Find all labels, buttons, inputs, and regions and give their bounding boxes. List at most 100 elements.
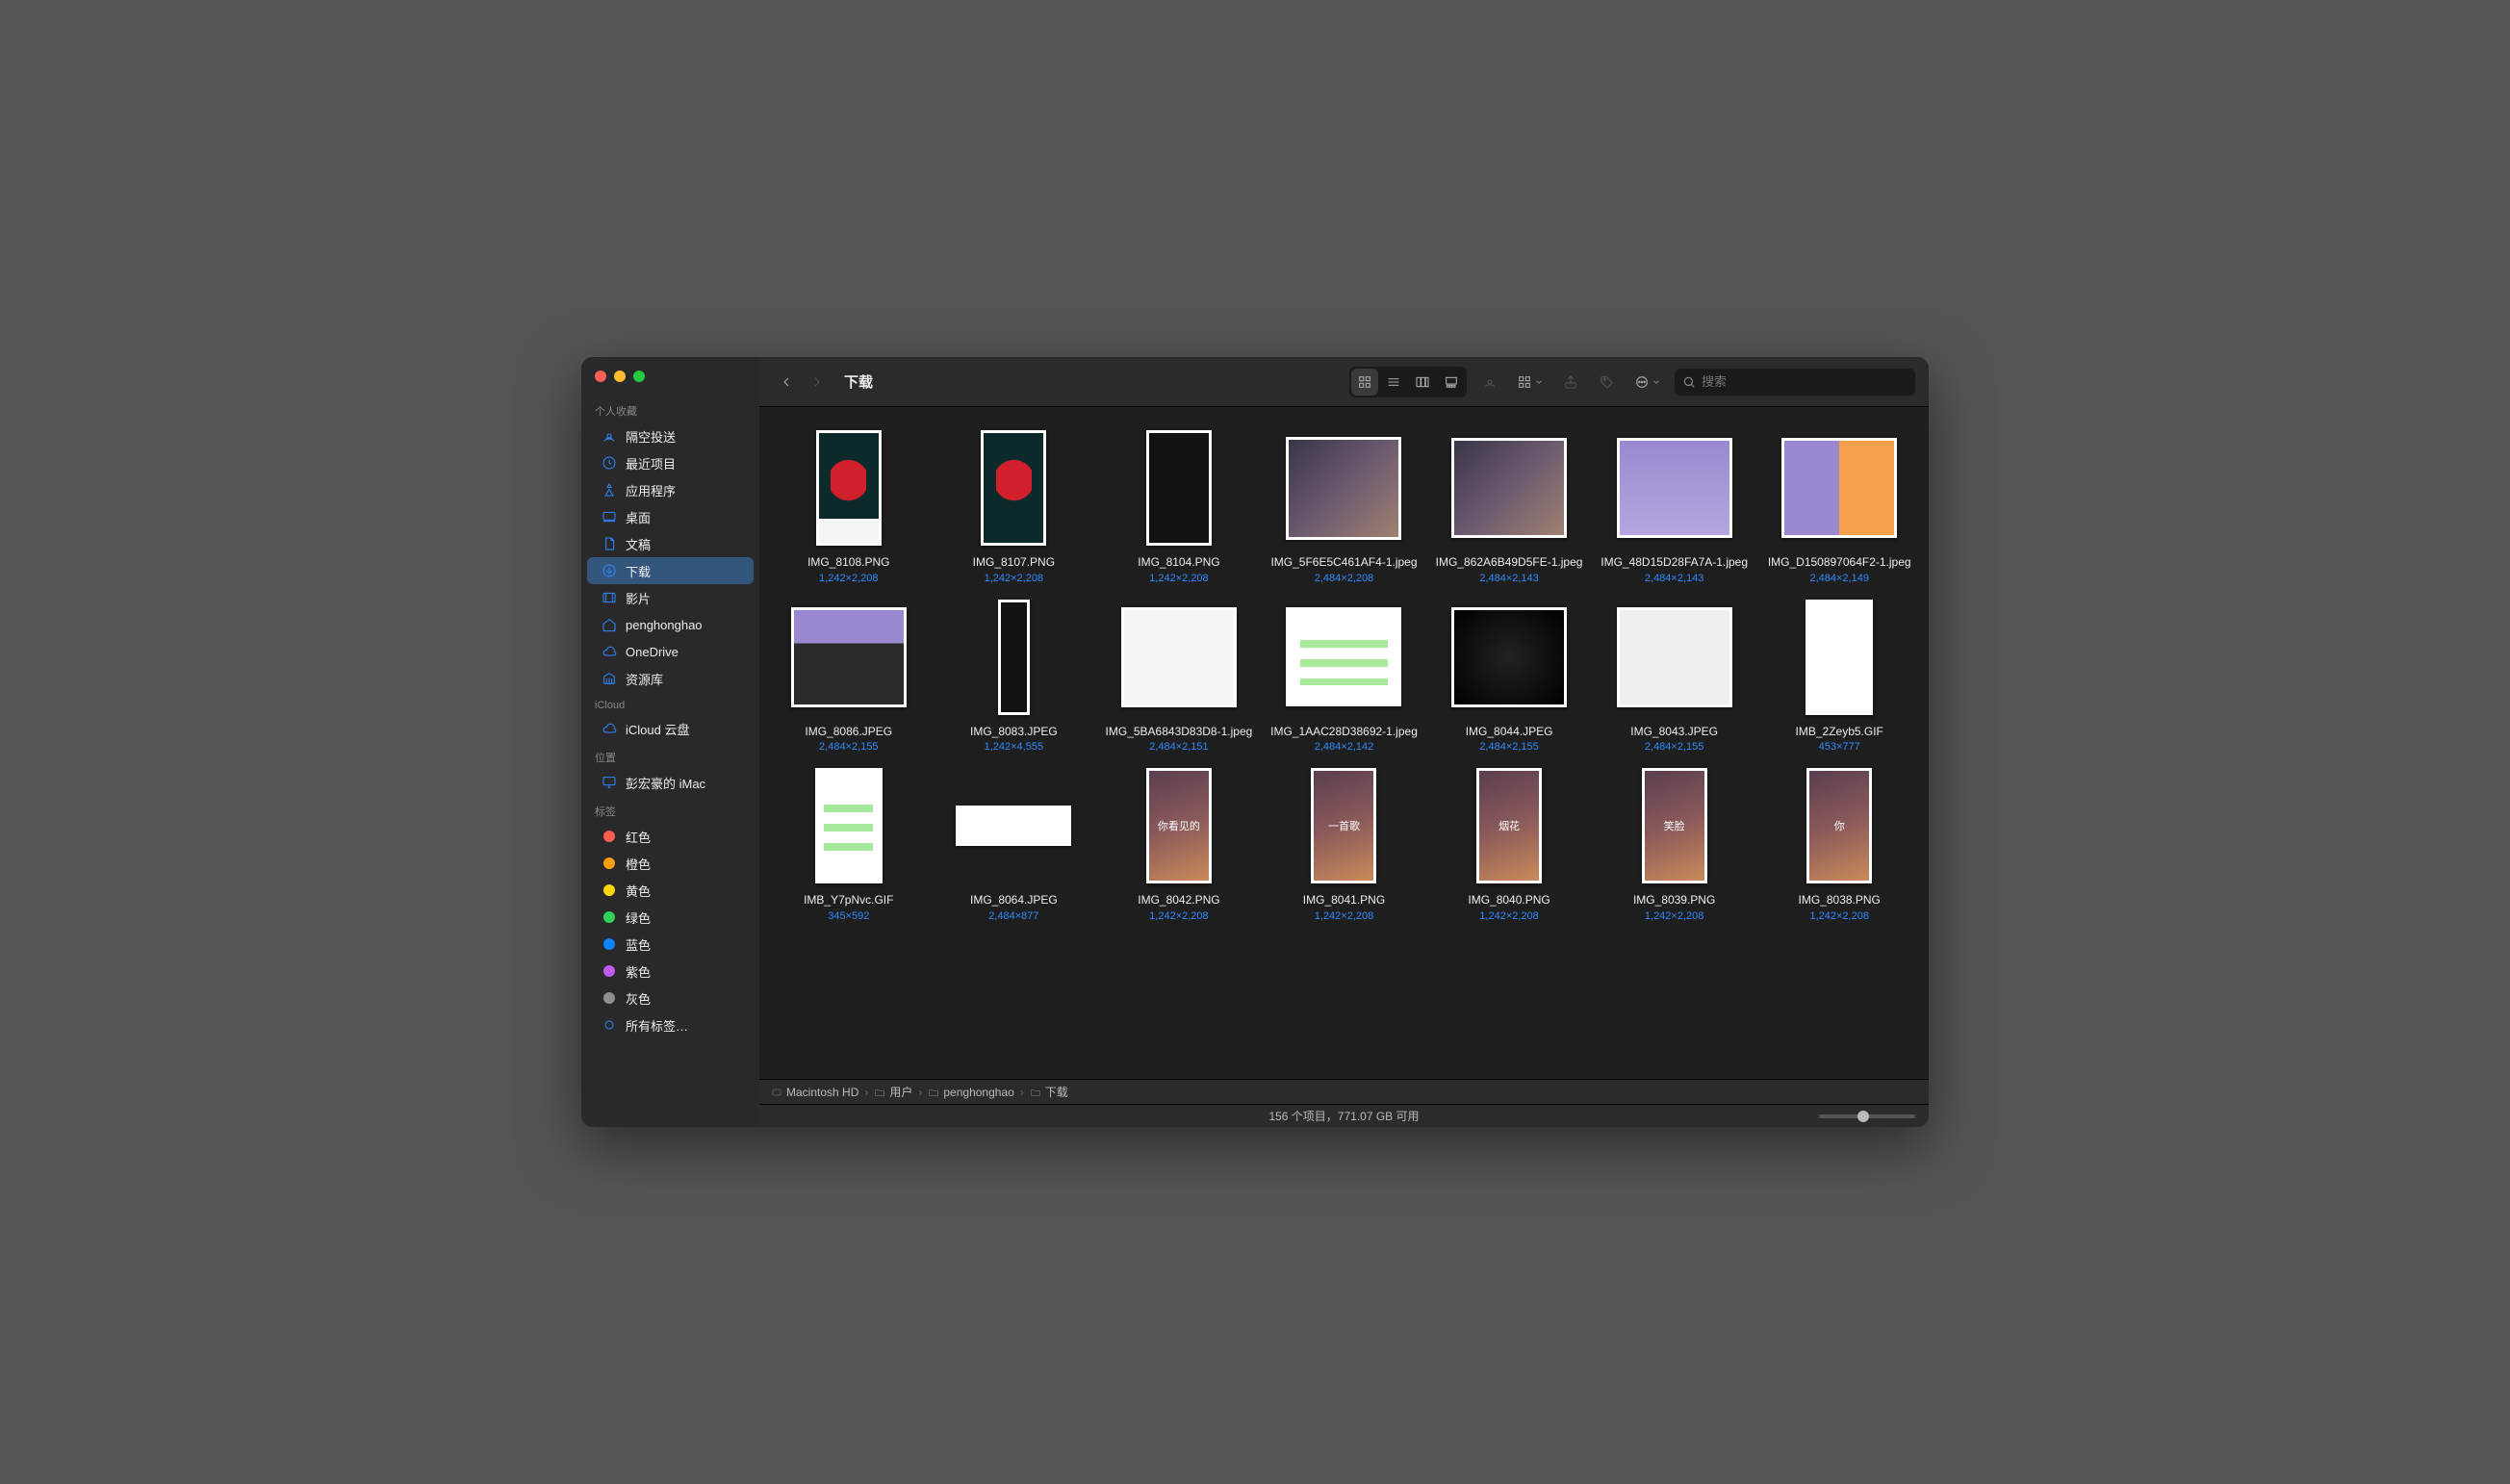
sidebar-item-资源库[interactable]: 资源库 xyxy=(587,665,754,692)
sidebar-item-label: 应用程序 xyxy=(626,481,676,499)
view-switch xyxy=(1349,367,1467,397)
file-item[interactable]: 笑脸IMG_8039.PNG1,242×2,208 xyxy=(1595,764,1754,922)
content-area[interactable]: IMG_8108.PNG1,242×2,208IMG_8107.PNG1,242… xyxy=(759,407,1929,1079)
sidebar-item-下载[interactable]: 下载 xyxy=(587,557,754,584)
tag-button[interactable] xyxy=(1594,369,1621,396)
file-thumbnail xyxy=(1282,596,1405,719)
sidebar-item-文稿[interactable]: 文稿 xyxy=(587,530,754,557)
sidebar-section-label: iCloud xyxy=(581,692,759,715)
file-item[interactable]: IMG_8086.JPEG2,484×2,155 xyxy=(769,596,929,754)
file-item[interactable]: IMB_Y7pNvc.GIF345×592 xyxy=(769,764,929,922)
sidebar-item-最近项目[interactable]: 最近项目 xyxy=(587,449,754,476)
sidebar-item-所有标签…[interactable]: 所有标签… xyxy=(587,1011,754,1038)
sidebar-item-label: iCloud 云盘 xyxy=(626,720,689,738)
file-item[interactable]: 你IMG_8038.PNG1,242×2,208 xyxy=(1759,764,1919,922)
file-item[interactable]: 烟花IMG_8040.PNG1,242×2,208 xyxy=(1429,764,1589,922)
sidebar-item-label: 灰色 xyxy=(626,989,651,1008)
finder-window: 个人收藏隔空投送最近项目应用程序桌面文稿下载影片penghonghaoOneDr… xyxy=(581,357,1929,1127)
file-item[interactable]: IMG_8044.JPEG2,484×2,155 xyxy=(1429,596,1589,754)
view-columns-button[interactable] xyxy=(1409,369,1436,396)
group-menu-button[interactable] xyxy=(1513,369,1548,396)
file-item[interactable]: IMG_8043.JPEG2,484×2,155 xyxy=(1595,596,1754,754)
view-list-button[interactable] xyxy=(1380,369,1407,396)
breadcrumb[interactable]: 下载 xyxy=(1030,1084,1068,1100)
sidebar-item-橙色[interactable]: 橙色 xyxy=(587,850,754,877)
file-item[interactable]: IMG_D150897064F2-1.jpeg2,484×2,149 xyxy=(1759,426,1919,584)
file-name: IMG_8086.JPEG xyxy=(805,725,892,740)
nav-forward-button[interactable] xyxy=(804,369,831,396)
sidebar-item-绿色[interactable]: 绿色 xyxy=(587,904,754,931)
clock-icon xyxy=(601,454,618,472)
file-name: IMG_5F6E5C461AF4-1.jpeg xyxy=(1270,555,1417,571)
tag-icon xyxy=(601,935,618,953)
sidebar-item-灰色[interactable]: 灰色 xyxy=(587,985,754,1011)
search-input[interactable] xyxy=(1702,374,1908,389)
window-title: 下载 xyxy=(844,371,873,392)
sidebar-item-影片[interactable]: 影片 xyxy=(587,584,754,611)
file-thumbnail xyxy=(952,764,1075,887)
nav-back-button[interactable] xyxy=(773,369,800,396)
action-menu-button[interactable] xyxy=(1630,369,1665,396)
breadcrumb[interactable]: penghonghao xyxy=(928,1086,1013,1099)
cloud-icon xyxy=(601,720,618,737)
tag-icon xyxy=(601,989,618,1007)
minimize-button[interactable] xyxy=(614,371,626,382)
airdrop-icon xyxy=(601,427,618,445)
sidebar-item-彭宏豪的 imac[interactable]: 彭宏豪的 iMac xyxy=(587,769,754,796)
zoom-slider[interactable] xyxy=(1819,1114,1915,1118)
sidebar-item-label: 橙色 xyxy=(626,855,651,873)
close-button[interactable] xyxy=(595,371,606,382)
file-item[interactable]: IMB_2Zeyb5.GIF453×777 xyxy=(1759,596,1919,754)
file-thumbnail xyxy=(1117,596,1241,719)
sidebar-item-label: penghonghao xyxy=(626,618,703,632)
file-name: IMG_8042.PNG xyxy=(1138,893,1219,908)
file-item[interactable]: 一首歌IMG_8041.PNG1,242×2,208 xyxy=(1265,764,1424,922)
file-item[interactable]: IMG_862A6B49D5FE-1.jpeg2,484×2,143 xyxy=(1429,426,1589,584)
sidebar-item-onedrive[interactable]: OneDrive xyxy=(587,638,754,665)
file-item[interactable]: IMG_8107.PNG1,242×2,208 xyxy=(935,426,1094,584)
file-item[interactable]: IMG_1AAC28D38692-1.jpeg2,484×2,142 xyxy=(1265,596,1424,754)
sidebar-item-应用程序[interactable]: 应用程序 xyxy=(587,476,754,503)
cloud-icon xyxy=(601,643,618,660)
sidebar-item-icloud 云盘[interactable]: iCloud 云盘 xyxy=(587,715,754,742)
breadcrumb[interactable]: 用户 xyxy=(874,1084,912,1100)
airdrop-toolbar-icon[interactable] xyxy=(1476,369,1503,396)
breadcrumb-separator: › xyxy=(918,1086,922,1099)
file-item[interactable]: IMG_5F6E5C461AF4-1.jpeg2,484×2,208 xyxy=(1265,426,1424,584)
file-thumbnail xyxy=(1447,426,1571,550)
file-item[interactable]: IMG_5BA6843D83D8-1.jpeg2,484×2,151 xyxy=(1099,596,1259,754)
home-icon xyxy=(601,616,618,633)
sidebar-item-桌面[interactable]: 桌面 xyxy=(587,503,754,530)
file-name: IMB_2Zeyb5.GIF xyxy=(1796,725,1883,740)
file-item[interactable]: IMG_8104.PNG1,242×2,208 xyxy=(1099,426,1259,584)
sidebar-item-黄色[interactable]: 黄色 xyxy=(587,877,754,904)
search-icon xyxy=(1682,375,1696,389)
file-name: IMB_Y7pNvc.GIF xyxy=(804,893,893,908)
view-icons-button[interactable] xyxy=(1351,369,1378,396)
sidebar-item-紫色[interactable]: 紫色 xyxy=(587,958,754,985)
sidebar-item-label: 彭宏豪的 iMac xyxy=(626,774,705,792)
file-item[interactable]: 你看见的IMG_8042.PNG1,242×2,208 xyxy=(1099,764,1259,922)
file-dimensions: 2,484×2,155 xyxy=(1645,741,1703,753)
alltags-icon xyxy=(601,1016,618,1034)
sidebar-item-隔空投送[interactable]: 隔空投送 xyxy=(587,422,754,449)
file-dimensions: 2,484×2,143 xyxy=(1645,573,1703,584)
sidebar-item-蓝色[interactable]: 蓝色 xyxy=(587,931,754,958)
file-item[interactable]: IMG_8064.JPEG2,484×877 xyxy=(935,764,1094,922)
fullscreen-button[interactable] xyxy=(633,371,645,382)
view-gallery-button[interactable] xyxy=(1438,369,1465,396)
share-button[interactable] xyxy=(1557,369,1584,396)
sidebar-item-红色[interactable]: 红色 xyxy=(587,823,754,850)
file-thumbnail xyxy=(1613,596,1736,719)
main-area: 下载 xyxy=(759,357,1929,1127)
sidebar-section-label: 位置 xyxy=(581,742,759,769)
file-item[interactable]: IMG_8108.PNG1,242×2,208 xyxy=(769,426,929,584)
sidebar-item-penghonghao[interactable]: penghonghao xyxy=(587,611,754,638)
search-field[interactable] xyxy=(1675,369,1915,396)
breadcrumb-separator: › xyxy=(1020,1086,1024,1099)
breadcrumb[interactable]: Macintosh HD xyxy=(771,1086,858,1099)
file-thumbnail xyxy=(1117,426,1241,550)
file-item[interactable]: IMG_8083.JPEG1,242×4,555 xyxy=(935,596,1094,754)
path-bar: Macintosh HD›用户›penghonghao›下载 xyxy=(759,1079,1929,1104)
file-item[interactable]: IMG_48D15D28FA7A-1.jpeg2,484×2,143 xyxy=(1595,426,1754,584)
